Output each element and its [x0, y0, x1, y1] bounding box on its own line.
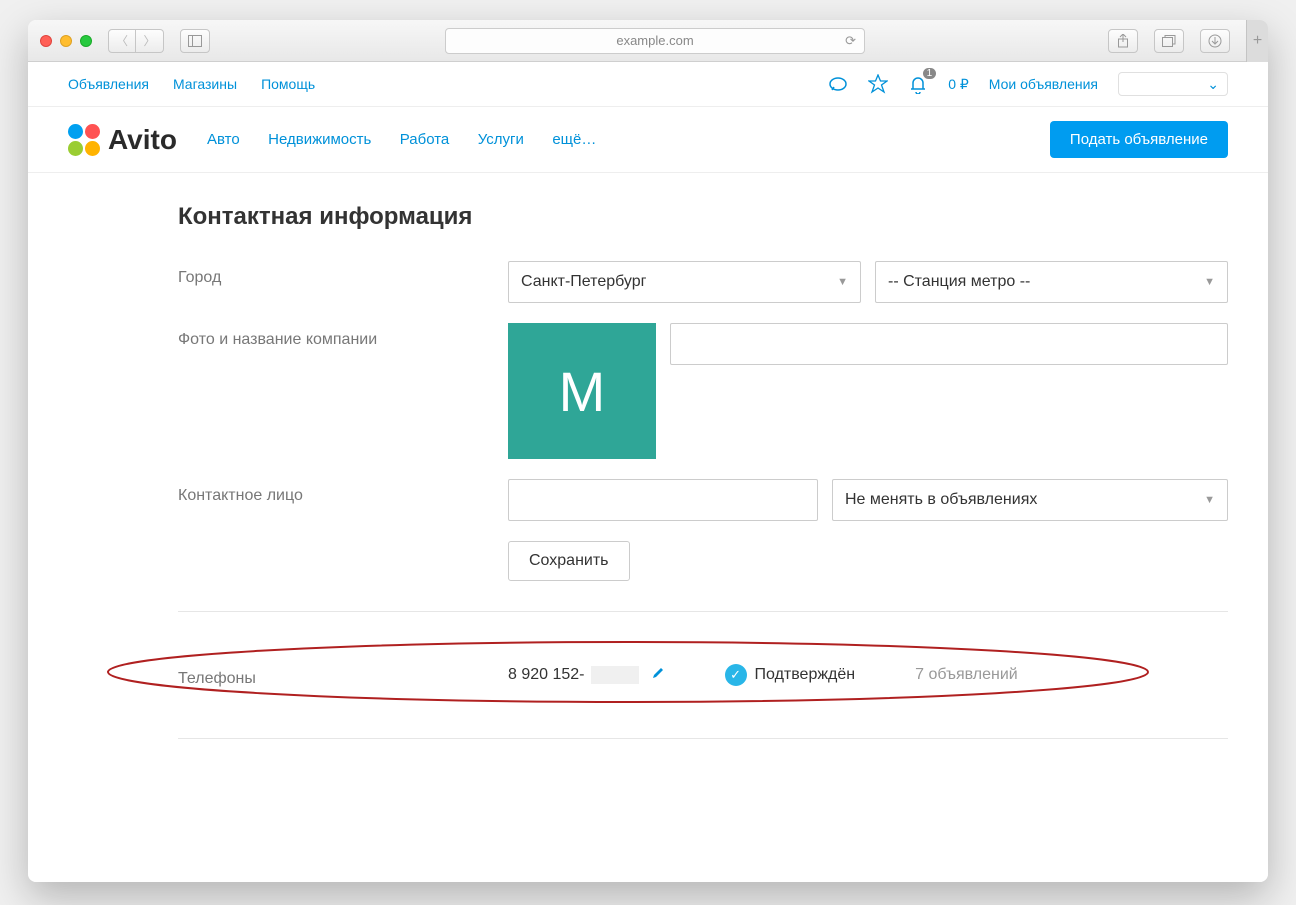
- contact-option: Не менять в объявлениях: [845, 491, 1037, 509]
- company-initial: М: [559, 359, 606, 424]
- nav-more[interactable]: ещё…: [552, 131, 596, 148]
- browser-chrome: 〈 〉 example.com ⟳ +: [28, 20, 1268, 62]
- label-phones: Телефоны: [178, 662, 508, 688]
- close-window-button[interactable]: [40, 35, 52, 47]
- favorites-icon[interactable]: [868, 74, 888, 94]
- topnav-ads[interactable]: Объявления: [68, 76, 149, 92]
- notification-badge: 1: [923, 68, 937, 79]
- nav-auto[interactable]: Авто: [207, 131, 240, 148]
- topnav-help[interactable]: Помощь: [261, 76, 315, 92]
- label-contact: Контактное лицо: [178, 479, 508, 505]
- contact-update-select[interactable]: Не менять в объявлениях ▼: [832, 479, 1228, 521]
- phone-masked: [591, 666, 639, 684]
- ad-count[interactable]: 7 объявлений: [915, 666, 1018, 684]
- city-select[interactable]: Санкт-Петербург ▼: [508, 261, 861, 303]
- edit-icon[interactable]: [651, 666, 665, 685]
- reload-icon[interactable]: ⟳: [845, 33, 856, 49]
- balance-link[interactable]: 0 ₽: [948, 76, 969, 93]
- divider: [178, 738, 1228, 739]
- download-icon[interactable]: [1200, 29, 1230, 53]
- chevron-down-icon: ⌄: [1207, 76, 1219, 93]
- notifications-icon[interactable]: 1: [908, 74, 928, 94]
- share-icon[interactable]: [1108, 29, 1138, 53]
- user-menu[interactable]: ⌄: [1118, 72, 1228, 96]
- verified-label: Подтверждён: [755, 666, 856, 684]
- city-value: Санкт-Петербург: [521, 273, 646, 291]
- contact-person-input[interactable]: [508, 479, 818, 521]
- my-ads-link[interactable]: Мои объявления: [989, 76, 1098, 92]
- url-text: example.com: [616, 33, 693, 48]
- new-tab-button[interactable]: +: [1246, 20, 1268, 62]
- maximize-window-button[interactable]: [80, 35, 92, 47]
- minimize-window-button[interactable]: [60, 35, 72, 47]
- logo-icon: [68, 124, 102, 156]
- nav-jobs[interactable]: Работа: [400, 131, 450, 148]
- metro-placeholder: -- Станция метро --: [888, 273, 1030, 291]
- sidebar-toggle-icon[interactable]: [180, 29, 210, 53]
- address-bar[interactable]: example.com ⟳: [445, 28, 865, 54]
- check-icon: ✓: [725, 664, 747, 686]
- window-controls: [40, 35, 92, 47]
- company-photo[interactable]: М: [508, 323, 656, 459]
- phone-number: 8 920 152-: [508, 666, 585, 684]
- chevron-down-icon: ▼: [837, 276, 848, 288]
- label-city: Город: [178, 261, 508, 287]
- save-button[interactable]: Сохранить: [508, 541, 630, 581]
- topnav-shops[interactable]: Магазины: [173, 76, 237, 92]
- back-button[interactable]: 〈: [108, 29, 136, 53]
- metro-select[interactable]: -- Станция метро -- ▼: [875, 261, 1228, 303]
- label-company: Фото и название компании: [178, 323, 508, 349]
- post-ad-button[interactable]: Подать объявление: [1050, 121, 1228, 158]
- company-name-input[interactable]: [670, 323, 1228, 365]
- logo[interactable]: Avito: [68, 124, 177, 156]
- messages-icon[interactable]: [828, 74, 848, 94]
- nav-services[interactable]: Услуги: [478, 131, 524, 148]
- divider: [178, 611, 1228, 612]
- chevron-down-icon: ▼: [1204, 494, 1215, 506]
- nav-realty[interactable]: Недвижимость: [268, 131, 371, 148]
- chevron-down-icon: ▼: [1204, 276, 1215, 288]
- tabs-icon[interactable]: [1154, 29, 1184, 53]
- page-title: Контактная информация: [178, 203, 1228, 231]
- logo-text: Avito: [108, 124, 177, 156]
- forward-button[interactable]: 〉: [136, 29, 164, 53]
